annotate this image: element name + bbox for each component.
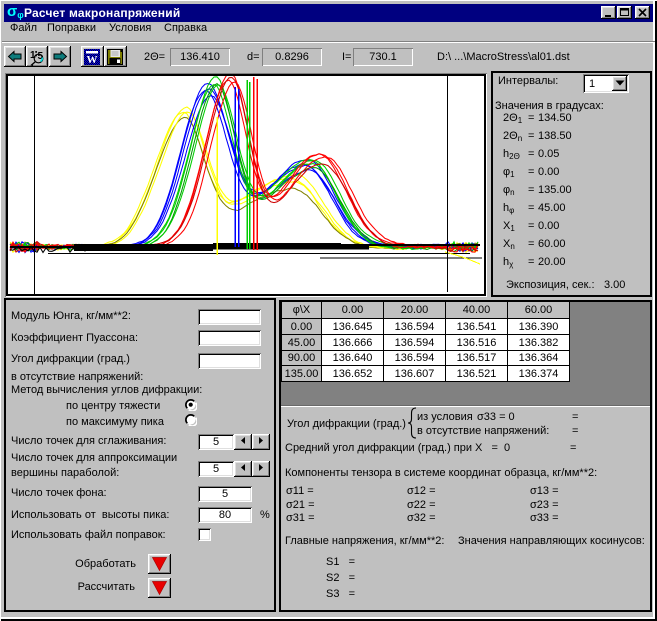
svg-text:W: W: [87, 54, 98, 65]
